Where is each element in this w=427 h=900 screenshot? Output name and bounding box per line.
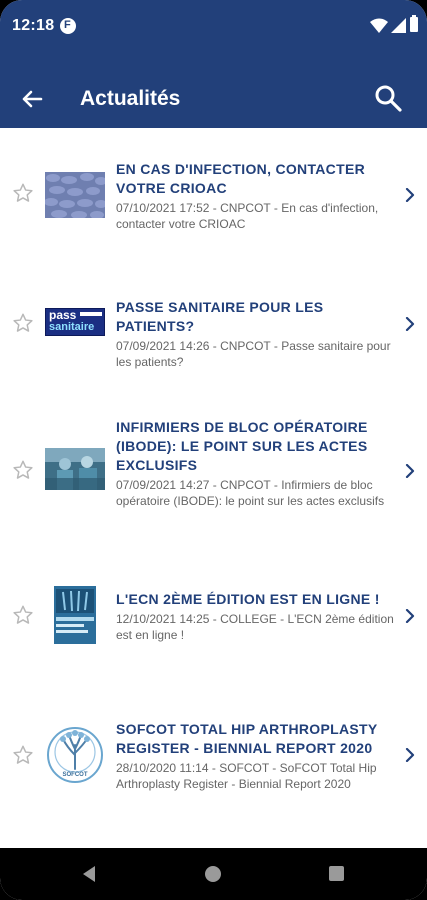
chevron-right-icon — [405, 609, 415, 623]
back-arrow-icon[interactable] — [20, 87, 44, 111]
thumb-text-sanitaire: sanitaire — [49, 321, 95, 333]
news-headline: INFIRMIERS DE BLOC OPÉRATOIRE (IBODE): L… — [116, 419, 368, 473]
star-outline-icon[interactable] — [12, 182, 34, 204]
app-notification-icon — [60, 18, 76, 34]
news-headline: SOFCOT TOTAL HIP ARTHROPLASTY REGISTER -… — [116, 721, 378, 756]
news-item[interactable]: INFIRMIERS DE BLOC OPÉRATOIRE (IBODE): L… — [0, 418, 427, 528]
news-thumbnail — [45, 586, 105, 644]
news-thumbnail — [45, 448, 105, 490]
app-bar: Actualités — [0, 56, 427, 128]
status-bar: 12:18 — [0, 0, 427, 56]
news-thumbnail — [45, 172, 105, 218]
chevron-right-icon — [405, 188, 415, 202]
news-item[interactable]: SOFCOT SOFCOT TOTAL HIP ARTHROPLASTY REG… — [0, 720, 427, 800]
chevron-right-icon — [405, 464, 415, 478]
news-item[interactable]: pass sanitaire PASSE SANITAIRE POUR LES … — [0, 298, 427, 369]
sofcot-logo-text: SOFCOT — [62, 772, 88, 778]
news-headline: PASSE SANITAIRE POUR LES PATIENTS? — [116, 299, 324, 334]
signal-icon — [391, 18, 406, 33]
news-headline: EN CAS D'INFECTION, CONTACTER VOTRE CRIO… — [116, 161, 365, 196]
news-headline: L'ECN 2ÈME ÉDITION EST EN LIGNE ! — [116, 591, 380, 607]
star-outline-icon[interactable] — [12, 459, 34, 481]
news-item[interactable]: L'ECN 2ÈME ÉDITION EST EN LIGNE ! 12/10/… — [0, 586, 427, 650]
news-meta: 07/09/2021 14:26 - CNPCOT - Passe sanita… — [116, 339, 391, 369]
pass-sanitaire-thumbnail: pass sanitaire — [45, 308, 105, 336]
sofcot-logo-thumbnail: SOFCOT — [45, 725, 105, 785]
wifi-icon — [370, 18, 388, 33]
screen: 12:18 Actualités — [0, 0, 427, 900]
search-icon[interactable] — [374, 84, 402, 112]
star-outline-icon[interactable] — [12, 312, 34, 334]
status-time: 12:18 — [12, 17, 55, 34]
nav-recents-icon[interactable] — [328, 865, 345, 882]
star-outline-icon[interactable] — [12, 604, 34, 626]
star-outline-icon[interactable] — [12, 744, 34, 766]
nav-back-icon[interactable] — [80, 865, 98, 883]
news-list: EN CAS D'INFECTION, CONTACTER VOTRE CRIO… — [0, 128, 427, 848]
news-meta: 07/10/2021 17:52 - CNPCOT - En cas d'inf… — [116, 201, 379, 231]
page-title: Actualités — [80, 87, 181, 110]
chevron-right-icon — [405, 748, 415, 762]
news-meta: 12/10/2021 14:25 - COLLEGE - L'ECN 2ème … — [116, 612, 394, 642]
news-item[interactable]: EN CAS D'INFECTION, CONTACTER VOTRE CRIO… — [0, 160, 427, 240]
chevron-right-icon — [405, 317, 415, 331]
system-navigation-bar — [0, 848, 427, 900]
news-meta: 07/09/2021 14:27 - CNPCOT - Infirmiers d… — [116, 478, 385, 508]
news-meta: 28/10/2020 11:14 - SOFCOT - SoFCOT Total… — [116, 761, 377, 791]
battery-icon — [410, 15, 418, 32]
nav-home-icon[interactable] — [204, 865, 222, 883]
